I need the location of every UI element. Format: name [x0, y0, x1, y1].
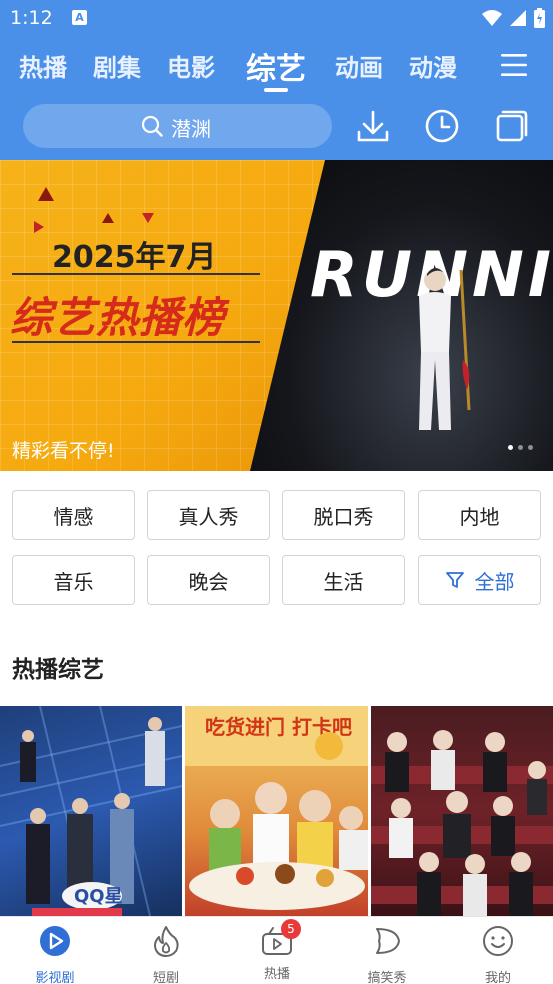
- tab-hot[interactable]: 热播: [19, 48, 67, 83]
- speech-bubble-icon: [376, 928, 400, 954]
- nav-label: 搞笑秀: [367, 971, 407, 984]
- chip-life[interactable]: 生活: [282, 555, 405, 605]
- tab-anime[interactable]: 动漫: [409, 48, 457, 83]
- performer-figure: [419, 268, 471, 430]
- nav-label: 影视剧: [35, 971, 75, 984]
- chip-reality-show[interactable]: 真人秀: [147, 490, 270, 540]
- chip-emotion[interactable]: 情感: [12, 490, 135, 540]
- nav-label: 热播: [263, 967, 290, 982]
- status-bar: 1:12 A: [0, 0, 553, 36]
- play-icon: [40, 926, 70, 956]
- filter-icon: [445, 572, 464, 588]
- tab-series[interactable]: 剧集: [93, 48, 141, 83]
- poster-image: [371, 730, 553, 916]
- history-clock-icon[interactable]: [424, 108, 460, 144]
- poster-image: QQ星: [0, 706, 182, 916]
- poster-logo: QQ星: [74, 886, 123, 907]
- section-title: 热播综艺: [12, 657, 104, 683]
- category-tabs: 热播 剧集 电影 综艺 动画 动漫: [0, 42, 553, 94]
- tab-animation[interactable]: 动画: [335, 48, 383, 83]
- banner-divider-bottom: [12, 341, 260, 343]
- nav-profile[interactable]: 我的: [458, 925, 538, 984]
- chip-talk-show[interactable]: 脱口秀: [282, 490, 405, 540]
- poster-card[interactable]: QQ星: [0, 706, 182, 916]
- bottom-navigation: 影视剧 短剧 5 热播 搞笑秀 我的: [0, 916, 553, 984]
- poster-card[interactable]: 吃货进门 打卡吧: [185, 706, 368, 916]
- nav-comedy[interactable]: 搞笑秀: [347, 925, 427, 984]
- tab-movies[interactable]: 电影: [167, 48, 215, 83]
- nav-tv-series[interactable]: 影视剧: [15, 925, 95, 984]
- menu-icon[interactable]: [500, 52, 528, 78]
- nav-label: 我的: [484, 971, 511, 984]
- tab-variety[interactable]: 综艺: [246, 44, 306, 88]
- battery-icon: [534, 8, 545, 28]
- search-input[interactable]: 潜渊: [23, 104, 332, 148]
- flame-icon: [154, 926, 179, 957]
- active-tab-indicator: [264, 88, 288, 92]
- status-time: 1:12: [10, 7, 53, 29]
- promo-banner[interactable]: RUNNIN 2025年7月 综艺热播榜 精彩看不停!: [0, 160, 553, 471]
- banner-caption: 精彩看不停!: [12, 440, 115, 462]
- multi-screen-icon[interactable]: [494, 108, 530, 144]
- status-icons: [482, 8, 545, 28]
- chip-gala[interactable]: 晚会: [147, 555, 270, 605]
- poster-row: QQ星 吃货进门 打卡吧: [0, 706, 553, 916]
- wifi-icon: [482, 10, 502, 26]
- notification-a-icon: A: [72, 10, 87, 25]
- chip-all[interactable]: 全部: [418, 555, 541, 605]
- nav-label: 短剧: [152, 971, 179, 984]
- chip-all-label: 全部: [474, 569, 515, 594]
- notification-badge: 5: [281, 919, 301, 939]
- app-header: 1:12 A 热播 剧集 电影 综艺 动画 动漫 潜渊: [0, 0, 553, 160]
- poster-card[interactable]: [371, 706, 553, 916]
- banner-title: 综艺热播榜: [10, 293, 226, 342]
- nav-short-drama[interactable]: 短剧: [126, 925, 206, 984]
- banner-dot: [508, 445, 513, 450]
- banner-dot: [528, 445, 533, 450]
- signal-icon: [510, 10, 526, 26]
- banner-dot: [518, 445, 523, 450]
- banner-divider-top: [12, 273, 260, 275]
- poster-image: 吃货进门 打卡吧: [185, 706, 368, 910]
- banner-pagination: [508, 445, 533, 450]
- smiley-icon: [483, 926, 513, 956]
- banner-date: 2025年7月: [52, 240, 217, 275]
- nav-hot[interactable]: 5 热播: [237, 919, 317, 982]
- video-camera-icon-wrap: 5: [261, 919, 301, 957]
- search-icon: [141, 115, 163, 137]
- chip-mainland[interactable]: 内地: [418, 490, 541, 540]
- chip-music[interactable]: 音乐: [12, 555, 135, 605]
- search-row: 潜渊: [0, 104, 553, 150]
- download-icon[interactable]: [355, 108, 391, 144]
- search-placeholder: 潜渊: [171, 117, 211, 141]
